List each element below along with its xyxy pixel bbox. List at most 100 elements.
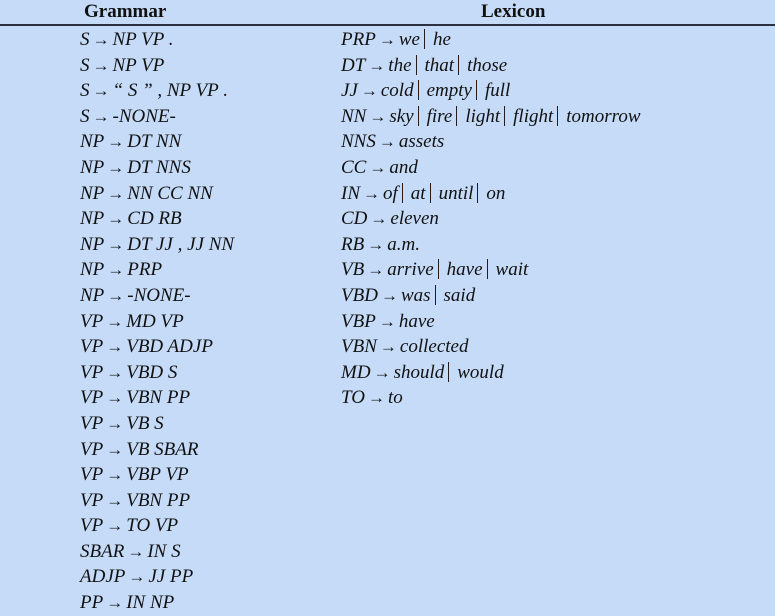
alternation-bar	[437, 259, 439, 280]
rule-lhs: S	[80, 105, 90, 127]
lexicon-entry: CD → eleven	[341, 206, 641, 232]
right-arrow-icon: →	[106, 465, 124, 485]
rule-rhs: DT NN	[127, 131, 182, 153]
lexicon-word: light	[465, 105, 501, 127]
grammar-rule: VP → VB SBAR	[80, 437, 234, 463]
grammar-rule: S → -NONE-	[80, 104, 234, 130]
grammar-rule: NP → CD RB	[80, 206, 234, 232]
rule-lhs: NP	[80, 182, 105, 204]
alternation-bar	[477, 182, 479, 203]
grammar-rule: S → “ S ” , NP VP .	[80, 78, 234, 104]
rule-rhs: PRP	[127, 259, 163, 281]
right-arrow-icon: →	[378, 30, 396, 49]
grammar-rule: NP → NN CC NN	[80, 181, 234, 207]
grammar-column: S → NP VP . S → NP VP S → “ S ” , NP VP . S → -NONE…	[80, 27, 234, 616]
right-arrow-icon: →	[127, 541, 145, 561]
rule-lhs: S	[80, 29, 90, 50]
lexicon-entry: NN → sky fire light flight tomorrow	[341, 104, 641, 130]
lexicon-word: tomorrow	[566, 105, 641, 127]
right-arrow-icon: →	[368, 55, 386, 75]
grammar-rule: ADJP → JJ PP	[80, 564, 234, 590]
lexicon-word: flight	[513, 105, 554, 127]
lexicon-entry: VBN → collected	[341, 334, 641, 360]
lexicon-word: empty	[426, 80, 472, 102]
right-arrow-icon: →	[128, 567, 146, 587]
lexicon-word: have	[446, 259, 483, 281]
grammar-rule: SBAR → IN S	[80, 539, 234, 565]
table-header: Grammar Lexicon	[0, 0, 775, 24]
lexicon-word: on	[486, 182, 506, 204]
grammar-rule: NP → DT JJ , JJ NN	[80, 232, 234, 258]
lexicon-entry: IN → of at until on	[341, 181, 641, 207]
right-arrow-icon: →	[369, 157, 387, 177]
right-arrow-icon: →	[107, 132, 125, 152]
rule-rhs: VB S	[126, 412, 164, 434]
rule-rhs: NP VP .	[112, 29, 174, 50]
rule-rhs: NP VP	[112, 54, 165, 76]
grammar-rule: NP → DT NNS	[80, 155, 234, 181]
grammar-rule: VP → VBD ADJP	[80, 334, 234, 360]
lexicon-tag: NNS	[341, 131, 376, 153]
lexicon-word: until	[438, 182, 474, 204]
alternation-bar	[448, 361, 450, 382]
alternation-bar	[415, 54, 417, 75]
right-arrow-icon: →	[92, 55, 110, 75]
right-arrow-icon: →	[107, 234, 125, 254]
right-arrow-icon: →	[106, 388, 124, 408]
rule-lhs: VP	[80, 464, 104, 486]
grammar-rule: NP → DT NN	[80, 129, 234, 155]
alternation-bar	[434, 284, 436, 305]
rule-rhs: VBD ADJP	[126, 336, 213, 358]
rule-rhs: TO VP	[126, 515, 179, 537]
lexicon-word: the	[388, 54, 412, 76]
grammar-rule: NP → PRP	[80, 257, 234, 283]
alternation-bar	[401, 182, 403, 203]
lexicon-word: a.m.	[387, 233, 420, 255]
right-arrow-icon: →	[367, 234, 385, 254]
alternation-bar	[557, 105, 559, 126]
rule-lhs: VP	[80, 412, 104, 434]
alternation-bar	[417, 105, 419, 126]
alternation-bar	[429, 182, 431, 203]
lexicon-word: fire	[426, 105, 453, 127]
lexicon-word: wait	[495, 259, 529, 281]
lexicon-tag: CC	[341, 156, 367, 178]
right-arrow-icon: →	[106, 413, 124, 433]
right-arrow-icon: →	[92, 30, 110, 49]
lexicon-word: should	[393, 361, 445, 383]
rule-rhs: VBP VP	[126, 464, 189, 486]
grammar-rule: S → NP VP	[80, 53, 234, 79]
rule-rhs: DT JJ , JJ NN	[127, 233, 235, 255]
lexicon-word: we	[398, 29, 420, 50]
header-rule	[0, 24, 775, 26]
right-arrow-icon: →	[367, 260, 385, 280]
rule-lhs: NP	[80, 131, 105, 153]
rule-rhs: VBN PP	[126, 387, 191, 409]
lexicon-word: collected	[399, 336, 469, 358]
rule-lhs: VP	[80, 489, 104, 511]
right-arrow-icon: →	[106, 311, 124, 331]
lexicon-tag: CD	[341, 208, 368, 230]
lexicon-word: and	[389, 156, 418, 178]
rule-rhs: NN CC NN	[127, 182, 213, 204]
lexicon-word: eleven	[390, 208, 439, 230]
rule-lhs: NP	[80, 259, 105, 281]
lexicon-word: that	[424, 54, 455, 76]
lexicon-word: those	[467, 54, 508, 76]
alternation-bar	[458, 54, 460, 75]
lexicon-tag: VBD	[341, 284, 378, 306]
rule-rhs: VBN PP	[126, 489, 191, 511]
right-arrow-icon: →	[107, 285, 125, 305]
rule-lhs: NP	[80, 208, 105, 230]
lexicon-entry: VB → arrive have wait	[341, 257, 641, 283]
lexicon-tag: PRP	[341, 29, 376, 50]
lexicon-word: of	[383, 182, 398, 204]
rule-lhs: S	[80, 54, 90, 76]
right-arrow-icon: →	[379, 337, 397, 357]
rule-rhs: “ S ” , NP VP .	[112, 80, 228, 102]
lexicon-header: Lexicon	[481, 1, 546, 22]
right-arrow-icon: →	[106, 516, 124, 536]
grammar-rule: NP → -NONE-	[80, 283, 234, 309]
grammar-rule: S → NP VP .	[80, 27, 234, 53]
rule-lhs: VP	[80, 361, 104, 383]
